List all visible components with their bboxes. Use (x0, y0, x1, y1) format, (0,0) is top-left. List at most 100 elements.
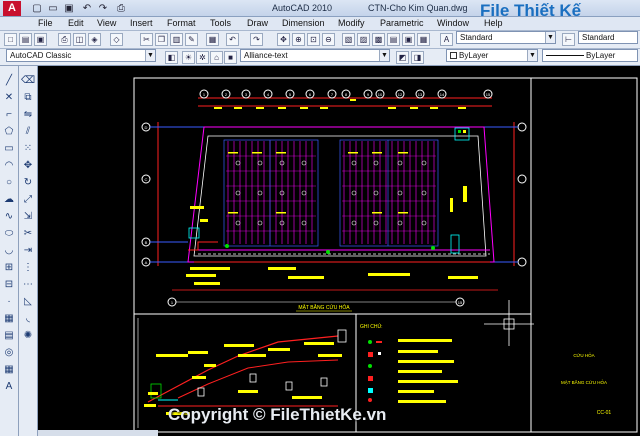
redo-icon[interactable]: ↷ (250, 33, 263, 46)
menu-dimension[interactable]: Dimension (282, 18, 325, 28)
join-icon[interactable]: ⋯ (21, 278, 35, 292)
panel-line-2: MẶT BẰNG CỨU HỎA (561, 378, 607, 385)
menu-view[interactable]: View (97, 18, 116, 28)
zoom-previous-icon[interactable]: ⊖ (322, 33, 335, 46)
copy-object-icon[interactable]: ⧉ (21, 91, 35, 105)
chamfer-icon[interactable]: ◺ (21, 295, 35, 309)
layout-tabs[interactable] (38, 430, 158, 436)
properties-icon[interactable]: ▧ (342, 33, 355, 46)
break-icon[interactable]: ⋮ (21, 261, 35, 275)
text-style-select[interactable]: Standard ▼ (456, 31, 556, 44)
lightbulb-icon[interactable]: ☀ (182, 51, 195, 64)
sheet-set-icon[interactable]: ▤ (387, 33, 400, 46)
make-current-icon[interactable]: ◩ (396, 51, 409, 64)
open-file-icon[interactable]: ▭ (46, 2, 60, 15)
menu-modify[interactable]: Modify (338, 18, 365, 28)
tool-palettes-icon[interactable]: ▩ (372, 33, 385, 46)
polygon-icon[interactable]: ⬠ (2, 125, 16, 139)
offset-icon[interactable]: ⫽ (21, 125, 35, 139)
zoom-window-icon[interactable]: ⊡ (307, 33, 320, 46)
save-icon[interactable]: ▣ (34, 33, 47, 46)
save-icon[interactable]: ▣ (62, 2, 76, 15)
lock-icon[interactable]: ⌂ (210, 51, 223, 64)
preview-icon[interactable]: ◫ (73, 33, 86, 46)
insert-block-icon[interactable]: ⊞ (2, 261, 16, 275)
autocad-logo-icon[interactable]: A (3, 1, 21, 16)
layer-select[interactable]: Alliance-text ▼ (240, 49, 390, 62)
point-icon[interactable]: · (2, 295, 16, 309)
menu-file[interactable]: File (38, 18, 53, 28)
dim-style-select[interactable]: Standard (578, 31, 638, 44)
line-icon[interactable]: ╱ (2, 74, 16, 88)
cut-icon[interactable]: ✂ (140, 33, 153, 46)
explode-icon[interactable]: ✺ (21, 329, 35, 343)
layer-properties-icon[interactable]: ◧ (165, 51, 178, 64)
ellipse-arc-icon[interactable]: ◡ (2, 244, 16, 258)
spline-icon[interactable]: ∿ (2, 210, 16, 224)
trim-icon[interactable]: ✂ (21, 227, 35, 241)
extend-icon[interactable]: ⇥ (21, 244, 35, 258)
pan-icon[interactable]: ✥ (277, 33, 290, 46)
rectangle-icon[interactable]: ▭ (2, 142, 16, 156)
make-block-icon[interactable]: ⊟ (2, 278, 16, 292)
multiline-text-icon[interactable]: A (2, 380, 16, 394)
redo-icon[interactable]: ↷ (96, 2, 110, 15)
fillet-icon[interactable]: ◟ (21, 312, 35, 326)
plot-icon[interactable]: ⎙ (114, 2, 128, 15)
menu-edit[interactable]: Edit (68, 18, 84, 28)
menu-draw[interactable]: Draw (247, 18, 268, 28)
block-editor-icon[interactable]: ▦ (206, 33, 219, 46)
text-style-icon[interactable]: A (440, 33, 453, 46)
erase-icon[interactable]: ⌫ (21, 74, 35, 88)
freeze-icon[interactable]: ✲ (196, 51, 209, 64)
new-file-icon[interactable]: ▢ (30, 2, 44, 15)
workspace-select[interactable]: AutoCAD Classic ▼ (6, 49, 156, 62)
undo-icon[interactable]: ↶ (80, 2, 94, 15)
mirror-icon[interactable]: ⇋ (21, 108, 35, 122)
undo-icon[interactable]: ↶ (226, 33, 239, 46)
calculator-icon[interactable]: ▦ (417, 33, 430, 46)
menu-insert[interactable]: Insert (130, 18, 153, 28)
open-icon[interactable]: ▤ (19, 33, 32, 46)
chevron-down-icon: ▼ (527, 50, 537, 61)
design-center-icon[interactable]: ▨ (357, 33, 370, 46)
circle-icon[interactable]: ○ (2, 176, 16, 190)
table-icon[interactable]: ▦ (2, 363, 16, 377)
menu-format[interactable]: Format (167, 18, 196, 28)
paste-icon[interactable]: ▥ (170, 33, 183, 46)
dim-style-icon[interactable]: ⊢ (562, 33, 575, 46)
arc-icon[interactable]: ◠ (2, 159, 16, 173)
publish-icon[interactable]: ◈ (88, 33, 101, 46)
revcloud-icon[interactable]: ☁ (2, 193, 16, 207)
plot-icon[interactable]: ⎙ (58, 33, 71, 46)
ellipse-icon[interactable]: ⬭ (2, 227, 16, 241)
menu-help[interactable]: Help (484, 18, 503, 28)
menu-parametric[interactable]: Parametric (380, 18, 424, 28)
grid-label: 3 (245, 92, 248, 97)
hatch-icon[interactable]: ▦ (2, 312, 16, 326)
scale-icon[interactable]: ⤢ (21, 193, 35, 207)
markup-icon[interactable]: ▣ (402, 33, 415, 46)
drawing-canvas[interactable]: 1 2 3 4 5 6 7 8 9 10 12 13 14 15 D C B A… (38, 66, 640, 436)
rotate-icon[interactable]: ↻ (21, 176, 35, 190)
linetype-select[interactable]: ByLayer (542, 49, 638, 62)
region-icon[interactable]: ◎ (2, 346, 16, 360)
move-icon[interactable]: ✥ (21, 159, 35, 173)
copy-icon[interactable]: ❐ (155, 33, 168, 46)
menu-window[interactable]: Window (437, 18, 469, 28)
color-select[interactable]: ByLayer ▼ (446, 49, 538, 62)
linetype-preview (546, 55, 584, 57)
match-prop-icon[interactable]: ✎ (185, 33, 198, 46)
3d-dwf-icon[interactable]: ◇ (110, 33, 123, 46)
stretch-icon[interactable]: ⇲ (21, 210, 35, 224)
array-icon[interactable]: ⁙ (21, 142, 35, 156)
qnew-icon[interactable]: □ (4, 33, 17, 46)
grid-label: 6 (309, 92, 312, 97)
menu-tools[interactable]: Tools (210, 18, 231, 28)
polyline-icon[interactable]: ⌐ (2, 108, 16, 122)
layer-color-icon[interactable]: ■ (224, 51, 237, 64)
zoom-realtime-icon[interactable]: ⊕ (292, 33, 305, 46)
layer-previous-icon[interactable]: ◨ (411, 51, 424, 64)
gradient-icon[interactable]: ▤ (2, 329, 16, 343)
construction-line-icon[interactable]: ✕ (2, 91, 16, 105)
